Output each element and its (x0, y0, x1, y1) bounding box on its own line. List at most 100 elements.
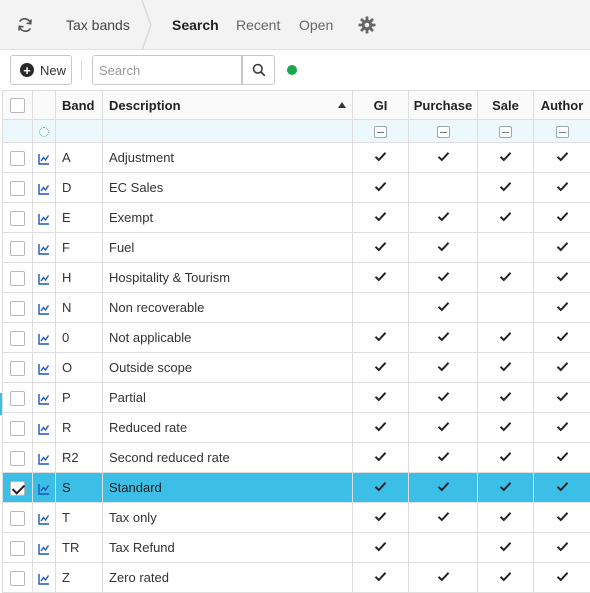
filter-cell-author[interactable] (533, 119, 590, 143)
filter-status-icon[interactable] (39, 127, 49, 138)
cell-action[interactable] (32, 202, 56, 233)
filter-cell-gl[interactable] (352, 119, 409, 143)
row-checkbox[interactable] (10, 270, 25, 286)
cell-select[interactable] (2, 322, 33, 353)
table-row[interactable]: F Fuel (2, 232, 590, 263)
cell-action[interactable] (32, 532, 56, 563)
cell-select[interactable] (2, 142, 33, 173)
search-input[interactable] (92, 55, 242, 85)
cell-action[interactable] (32, 352, 56, 383)
cell-select[interactable] (2, 562, 33, 593)
select-all-header[interactable] (2, 90, 33, 120)
tab-search[interactable]: Search (172, 0, 219, 50)
row-checkbox[interactable] (10, 300, 25, 316)
cell-select[interactable] (2, 232, 33, 263)
chart-icon[interactable] (38, 570, 50, 585)
cell-select[interactable] (2, 502, 33, 533)
row-checkbox[interactable] (10, 510, 25, 526)
row-checkbox[interactable] (10, 390, 25, 406)
tab-recent[interactable]: Recent (236, 0, 280, 50)
chart-icon[interactable] (38, 270, 50, 285)
table-row[interactable]: S Standard (2, 472, 590, 503)
chart-icon[interactable] (38, 540, 50, 555)
chart-icon[interactable] (38, 240, 50, 255)
cell-select[interactable] (2, 202, 33, 233)
chart-icon[interactable] (38, 300, 50, 315)
chart-icon[interactable] (38, 210, 50, 225)
new-button[interactable]: + New (10, 55, 72, 85)
gear-icon[interactable] (357, 15, 377, 35)
row-checkbox[interactable] (10, 210, 25, 226)
table-row[interactable]: Z Zero rated (2, 562, 590, 593)
table-row[interactable]: E Exempt (2, 202, 590, 233)
column-header-author[interactable]: Author (533, 90, 590, 120)
cell-select[interactable] (2, 262, 33, 293)
cell-action[interactable] (32, 142, 56, 173)
column-header-purchase[interactable]: Purchase (408, 90, 478, 120)
table-row[interactable]: H Hospitality & Tourism (2, 262, 590, 293)
column-header-band[interactable]: Band (55, 90, 103, 120)
row-checkbox[interactable] (10, 180, 25, 196)
row-checkbox[interactable] (10, 540, 25, 556)
column-header-sale[interactable]: Sale (477, 90, 534, 120)
row-checkbox[interactable] (10, 330, 25, 346)
filter-cell-description[interactable] (102, 119, 353, 143)
cell-action[interactable] (32, 172, 56, 203)
chart-icon[interactable] (38, 510, 50, 525)
table-row[interactable]: A Adjustment (2, 142, 590, 173)
cell-action[interactable] (32, 412, 56, 443)
column-header-description[interactable]: Description (102, 90, 353, 120)
cell-action[interactable] (32, 382, 56, 413)
cell-select[interactable] (2, 172, 33, 203)
row-checkbox[interactable] (10, 240, 25, 256)
cell-action[interactable] (32, 262, 56, 293)
column-header-gl[interactable]: GI (352, 90, 409, 120)
cell-select[interactable] (2, 442, 33, 473)
filter-cell-band[interactable] (55, 119, 103, 143)
cell-select[interactable] (2, 382, 33, 413)
row-checkbox[interactable] (10, 570, 25, 586)
select-all-checkbox[interactable] (10, 98, 25, 114)
cell-select[interactable] (2, 472, 33, 503)
cell-action[interactable] (32, 292, 56, 323)
cell-action[interactable] (32, 442, 56, 473)
table-row[interactable]: 0 Not applicable (2, 322, 590, 353)
chart-icon[interactable] (38, 330, 50, 345)
cell-action[interactable] (32, 232, 56, 263)
cell-action[interactable] (32, 562, 56, 593)
filter-author-toggle[interactable] (555, 126, 569, 139)
chart-icon[interactable] (38, 480, 50, 495)
breadcrumb[interactable]: Tax bands (52, 0, 150, 50)
table-row[interactable]: TR Tax Refund (2, 532, 590, 563)
filter-cell-action[interactable] (32, 119, 56, 143)
filter-cell-sale[interactable] (477, 119, 534, 143)
filter-purchase-toggle[interactable] (436, 126, 450, 139)
cell-action[interactable] (32, 502, 56, 533)
tab-open[interactable]: Open (299, 0, 333, 50)
search-button[interactable] (242, 55, 275, 85)
chart-icon[interactable] (38, 150, 50, 165)
filter-cell-purchase[interactable] (408, 119, 478, 143)
table-row[interactable]: R Reduced rate (2, 412, 590, 443)
table-row[interactable]: O Outside scope (2, 352, 590, 383)
cell-action[interactable] (32, 472, 56, 503)
row-checkbox[interactable] (10, 150, 25, 166)
cell-action[interactable] (32, 322, 56, 353)
table-row[interactable]: T Tax only (2, 502, 590, 533)
row-checkbox[interactable] (10, 480, 25, 496)
refresh-button[interactable] (8, 9, 42, 41)
cell-select[interactable] (2, 352, 33, 383)
chart-icon[interactable] (38, 360, 50, 375)
row-checkbox[interactable] (10, 360, 25, 376)
cell-select[interactable] (2, 412, 33, 443)
table-row[interactable]: P Partial (2, 382, 590, 413)
cell-select[interactable] (2, 532, 33, 563)
row-checkbox[interactable] (10, 450, 25, 466)
table-row[interactable]: N Non recoverable (2, 292, 590, 323)
table-row[interactable]: R2 Second reduced rate (2, 442, 590, 473)
chart-icon[interactable] (38, 420, 50, 435)
filter-sale-toggle[interactable] (499, 126, 512, 139)
table-row[interactable]: D EC Sales (2, 172, 590, 203)
filter-gl-toggle[interactable] (374, 126, 387, 139)
cell-select[interactable] (2, 292, 33, 323)
